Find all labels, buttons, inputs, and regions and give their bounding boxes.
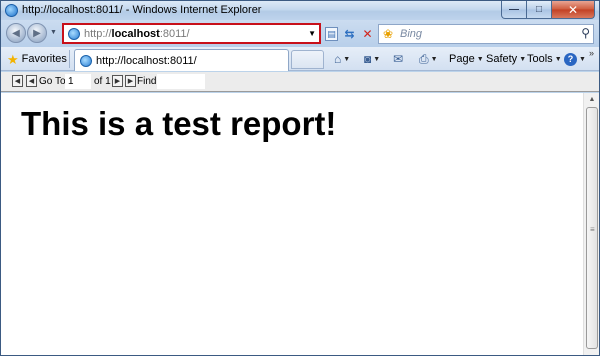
help-icon: ? [564, 52, 577, 66]
help-button[interactable]: ? ▼ [564, 51, 586, 67]
tab-localhost[interactable]: http://localhost:8011/ [74, 49, 289, 71]
address-suffix: :8011/ [159, 28, 190, 40]
title-bar: http://localhost:8011/ - Windows Interne… [1, 1, 599, 20]
find-input[interactable] [157, 74, 205, 89]
safety-menu[interactable]: Safety ▼ [486, 51, 526, 67]
window-controls: — □ ✕ [501, 1, 595, 19]
home-icon: ⌂ [334, 52, 342, 66]
page-ie-icon [68, 28, 80, 40]
address-prefix: http:// [84, 28, 112, 40]
feeds-button[interactable]: ◙ ▼ [364, 51, 380, 67]
back-arrow-icon[interactable]: ◀ [6, 23, 26, 43]
tab-ie-icon [80, 54, 92, 67]
favorites-label: Favorites [21, 53, 67, 65]
tools-menu[interactable]: Tools ▼ [527, 51, 562, 67]
print-button[interactable]: ⎙ ▼ [419, 51, 438, 67]
ie-icon [5, 4, 18, 17]
scrollbar-thumb[interactable]: ≡ [586, 107, 598, 349]
home-button[interactable]: ⌂ ▼ [334, 51, 350, 67]
navigation-bar: ◀ ▶ ▼ http://localhost:8011/ ▼ ▤ ⇆ ✕ ❀ B… [1, 20, 599, 47]
compatibility-view-icon[interactable]: ▤ [325, 27, 338, 41]
refresh-icon[interactable]: ⇆ [342, 26, 357, 41]
vertical-scrollbar[interactable]: ▲ ≡ [583, 93, 599, 355]
favorites-bar: ★ Favorites http://localhost:8011/ ⌂ ▼ ◙ ▼… [1, 47, 599, 71]
search-input[interactable]: Bing [400, 28, 422, 40]
bing-icon: ❀ [383, 27, 394, 41]
page-count: of 1 [94, 76, 111, 87]
safety-label: Safety [486, 53, 518, 65]
stop-icon[interactable]: ✕ [360, 26, 375, 41]
goto-label: Go To: [39, 76, 69, 87]
tools-label: Tools [527, 53, 553, 65]
grip-icon: ≡ [590, 225, 595, 234]
scroll-up-icon[interactable]: ▲ [584, 93, 599, 107]
address-host: localhost [111, 28, 160, 40]
mail-button[interactable]: ✉ [393, 51, 403, 67]
chevron-more-icon[interactable]: » [589, 48, 594, 58]
first-page-icon[interactable]: ◀ [12, 75, 23, 87]
search-icon[interactable]: ⚲ [581, 26, 590, 40]
report-toolbar: ◀ ◀ Go To: of 1 ▶ ▶ Find: [1, 72, 599, 92]
star-icon: ★ [7, 51, 19, 67]
window-title: http://localhost:8011/ - Windows Interne… [22, 4, 262, 16]
favorites-button[interactable]: ★ Favorites [4, 50, 70, 68]
recent-pages-dropdown[interactable]: ▼ [50, 29, 57, 36]
previous-page-icon[interactable]: ◀ [26, 75, 37, 87]
page-label: Page [449, 53, 475, 65]
minimize-button[interactable]: — [501, 1, 527, 19]
browser-window: http://localhost:8011/ - Windows Interne… [0, 0, 600, 356]
forward-arrow-icon[interactable]: ▶ [27, 23, 47, 43]
divider [69, 50, 70, 68]
close-button[interactable]: ✕ [552, 1, 595, 19]
mail-icon: ✉ [393, 52, 404, 66]
maximize-button[interactable]: □ [527, 1, 552, 19]
feeds-icon: ◙ [364, 52, 372, 66]
next-page-icon[interactable]: ▶ [112, 75, 123, 87]
new-tab-button[interactable] [291, 50, 324, 69]
address-dropdown-icon[interactable]: ▼ [308, 29, 316, 38]
search-box[interactable]: ❀ Bing ⚲ [378, 24, 594, 44]
report-content: This is a test report! [1, 93, 583, 355]
print-icon: ⎙ [419, 51, 429, 66]
tab-label: http://localhost:8011/ [96, 54, 197, 67]
address-input[interactable]: http://localhost:8011/ [84, 28, 190, 40]
find-label: Find: [137, 76, 160, 87]
address-bar[interactable]: http://localhost:8011/ ▼ [62, 23, 321, 44]
page-menu[interactable]: Page ▼ [449, 51, 484, 67]
last-page-icon[interactable]: ▶ [125, 75, 136, 87]
report-heading: This is a test report! [21, 105, 337, 142]
goto-page-input[interactable] [65, 74, 91, 89]
